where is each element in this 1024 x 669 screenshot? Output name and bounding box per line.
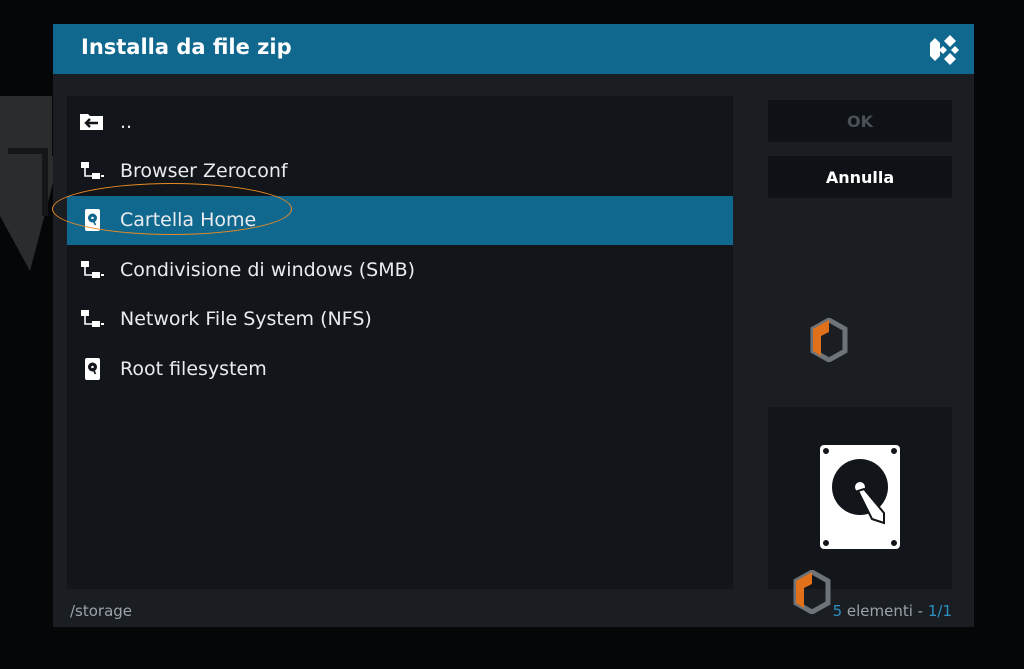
- list-item-label: Network File System (NFS): [120, 308, 372, 330]
- item-count: 5 elementi - 1/1: [833, 602, 952, 620]
- list-item-label: Browser Zeroconf: [120, 160, 288, 182]
- file-source-list: .. Browser Zeroconf Cartella Home Condiv…: [52, 96, 733, 589]
- watermark-logo-icon: [810, 318, 848, 362]
- network-icon: [81, 261, 104, 278]
- cancel-button[interactable]: Annulla: [768, 156, 952, 198]
- list-item-parent[interactable]: ..: [67, 98, 733, 147]
- list-item-label: ..: [120, 111, 133, 133]
- folder-back-icon: [80, 114, 103, 130]
- harddisk-icon: [85, 209, 100, 231]
- install-from-zip-dialog: Installa da file zip .. Browser Zeroconf…: [52, 24, 974, 627]
- list-item-label: Cartella Home: [120, 209, 257, 231]
- list-item-root-filesystem[interactable]: Root filesystem: [67, 345, 733, 394]
- page-indicator: 1/1: [927, 602, 952, 620]
- network-icon: [81, 310, 104, 327]
- network-icon: [81, 162, 104, 179]
- list-item-home-folder[interactable]: Cartella Home: [52, 183, 733, 245]
- current-path: /storage: [70, 602, 133, 620]
- harddisk-icon: [820, 445, 900, 549]
- kodi-logo-icon: [930, 35, 959, 65]
- dialog-title: Installa da file zip: [81, 35, 292, 59]
- list-item-smb[interactable]: Condivisione di windows (SMB): [67, 246, 733, 295]
- list-item-label: Root filesystem: [120, 358, 267, 380]
- list-item-label: Condivisione di windows (SMB): [120, 259, 416, 281]
- item-count-number: 5: [832, 602, 843, 620]
- list-item-zeroconf[interactable]: Browser Zeroconf: [67, 147, 733, 196]
- dialog-header: Installa da file zip: [53, 24, 974, 74]
- watermark-logo-icon: [793, 570, 831, 614]
- list-item-nfs[interactable]: Network File System (NFS): [67, 295, 733, 344]
- selected-item-thumbnail: [768, 407, 952, 589]
- background-arrow-graphic: [0, 96, 60, 271]
- item-count-text: elementi -: [842, 602, 928, 620]
- ok-button[interactable]: OK: [768, 100, 952, 142]
- harddisk-icon: [85, 358, 100, 380]
